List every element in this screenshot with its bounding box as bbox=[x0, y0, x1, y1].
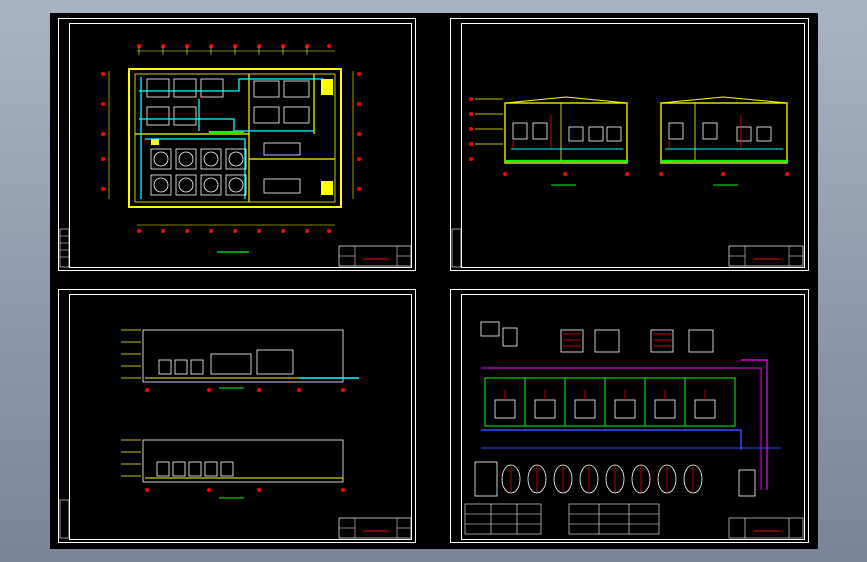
sheet-sections[interactable] bbox=[450, 18, 809, 271]
elevations-drawing bbox=[59, 329, 412, 539]
sheet-floor-plan[interactable] bbox=[58, 18, 416, 271]
floor-plan-drawing bbox=[59, 44, 412, 268]
sheet-schematic[interactable] bbox=[450, 289, 809, 543]
schematic-drawing bbox=[464, 321, 804, 539]
sheet-elevations[interactable] bbox=[58, 289, 416, 543]
sections-drawing bbox=[451, 96, 804, 268]
drawing-canvas[interactable] bbox=[50, 13, 818, 549]
